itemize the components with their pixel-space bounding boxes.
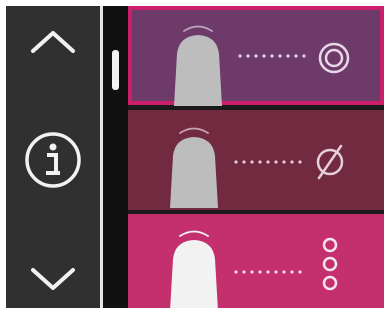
side-navigation (6, 6, 100, 308)
concentric-circles-icon (318, 42, 350, 74)
scrollbar-thumb[interactable] (112, 50, 119, 90)
dotted-connector (232, 160, 306, 164)
nail-icon (170, 230, 218, 308)
empty-set-icon (316, 144, 344, 180)
list-item-three-circles[interactable] (128, 214, 384, 308)
info-icon (25, 132, 81, 188)
dotted-connector (232, 270, 306, 274)
chevron-down-icon (31, 268, 75, 290)
nail-icon (174, 25, 222, 106)
list-item-concentric-circles[interactable] (128, 6, 384, 106)
scroll-down-button[interactable] (6, 246, 100, 308)
info-button[interactable] (6, 124, 100, 196)
nail-icon (170, 127, 218, 208)
list-item-empty-set[interactable] (128, 110, 384, 210)
scroll-up-button[interactable] (6, 6, 100, 78)
mode-list (128, 6, 384, 308)
dotted-connector (236, 54, 310, 58)
app-screen (6, 6, 384, 308)
chevron-up-icon (31, 31, 75, 53)
three-stacked-circles-icon (322, 237, 338, 291)
